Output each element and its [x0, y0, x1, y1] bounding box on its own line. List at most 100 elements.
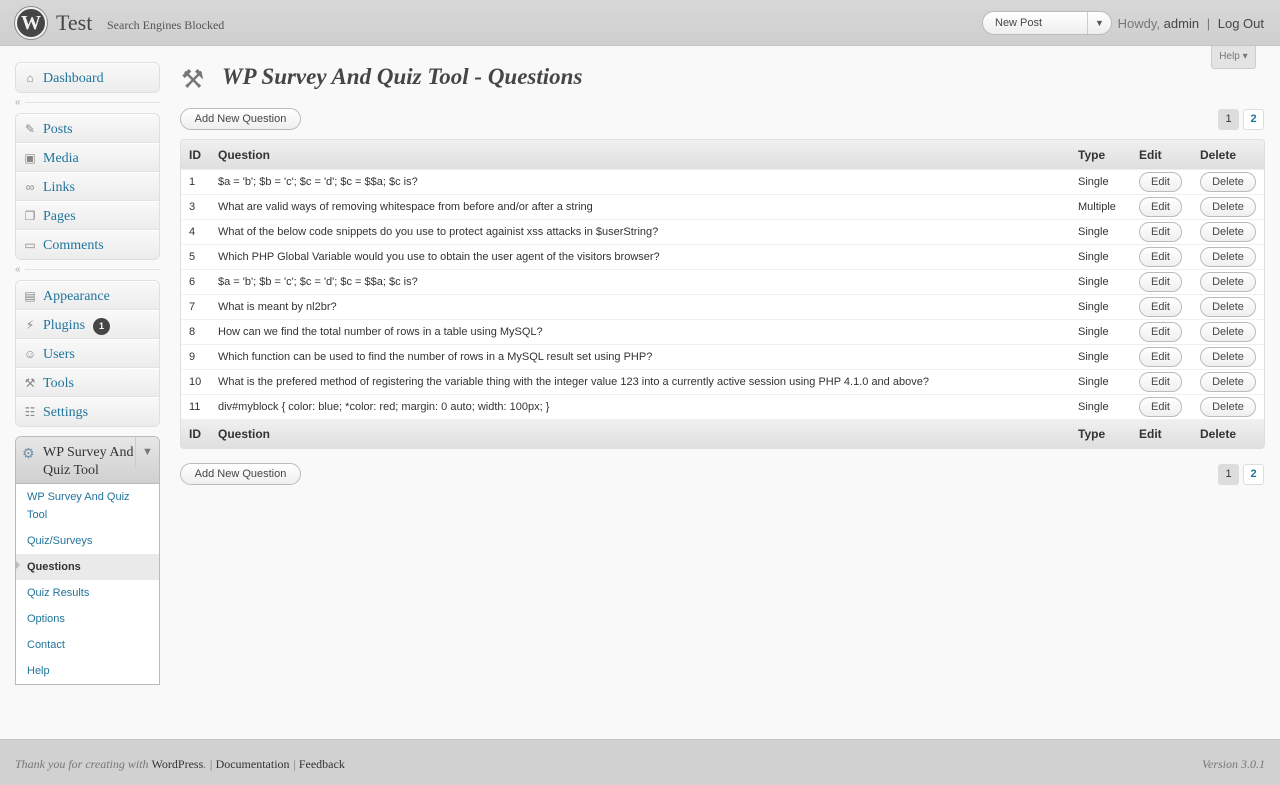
- question-id: 8: [181, 319, 210, 344]
- edit-button[interactable]: Edit: [1139, 172, 1182, 192]
- footer-version: Version 3.0.1: [1202, 757, 1265, 771]
- menu-item-label: Pages: [43, 209, 76, 224]
- edit-button[interactable]: Edit: [1139, 397, 1182, 417]
- question-type: Single: [1070, 369, 1131, 394]
- delete-button[interactable]: Delete: [1200, 222, 1256, 242]
- plugin-icon: ⚡: [25, 318, 35, 332]
- menu-item-tools[interactable]: ⚒ Tools: [16, 368, 159, 397]
- delete-button[interactable]: Delete: [1200, 347, 1256, 367]
- help-tab-label: Help: [1219, 51, 1240, 62]
- menu-item-dashboard[interactable]: ⌂ Dashboard: [16, 63, 159, 92]
- edit-button[interactable]: Edit: [1139, 372, 1182, 392]
- footer: Thank you for creating with WordPress. |…: [0, 739, 1280, 785]
- delete-button[interactable]: Delete: [1200, 272, 1256, 292]
- submenu-item-options[interactable]: Options: [16, 606, 159, 632]
- menu-item-label: Appearance: [43, 289, 110, 304]
- question-id: 6: [181, 269, 210, 294]
- feedback-link[interactable]: Feedback: [299, 757, 345, 771]
- menu-item-label: Media: [43, 151, 79, 166]
- question-type: Single: [1070, 169, 1131, 194]
- delete-button[interactable]: Delete: [1200, 372, 1256, 392]
- question-text: Which PHP Global Variable would you use …: [210, 244, 1070, 269]
- menu-item-posts[interactable]: ✎ Posts: [16, 114, 159, 143]
- table-row: 1 $a = 'b'; $b = 'c'; $c = 'd'; $c = $$a;…: [181, 169, 1264, 194]
- delete-button[interactable]: Delete: [1200, 247, 1256, 267]
- submenu-item-wpsqt[interactable]: WP Survey And Quiz Tool: [16, 484, 159, 528]
- delete-button[interactable]: Delete: [1200, 197, 1256, 217]
- question-text: What is meant by nl2br?: [210, 294, 1070, 319]
- favorite-actions[interactable]: New Post ▼: [982, 11, 1112, 35]
- edit-button[interactable]: Edit: [1139, 247, 1182, 267]
- admin-header: W Test Search Engines Blocked New Post ▼…: [0, 0, 1280, 46]
- current-page: 1: [1218, 109, 1239, 130]
- logout-link[interactable]: Log Out: [1218, 16, 1264, 31]
- column-header-type: Type: [1070, 140, 1131, 169]
- pages-icon: ❐: [24, 209, 36, 223]
- edit-button[interactable]: Edit: [1139, 197, 1182, 217]
- delete-button[interactable]: Delete: [1200, 297, 1256, 317]
- edit-button[interactable]: Edit: [1139, 347, 1182, 367]
- menu-item-plugins[interactable]: ⚡ Plugins 1: [16, 310, 159, 339]
- table-row: 6 $a = 'b'; $b = 'c'; $c = 'd'; $c = $$a;…: [181, 269, 1264, 294]
- documentation-link[interactable]: Documentation: [216, 757, 290, 771]
- menu-item-comments[interactable]: ▭ Comments: [16, 230, 159, 259]
- menu-separator-2[interactable]: «: [15, 264, 160, 275]
- page-link[interactable]: 2: [1243, 109, 1264, 130]
- submenu-item-contact[interactable]: Contact: [16, 632, 159, 658]
- question-text: What of the below code snippets do you u…: [210, 219, 1070, 244]
- delete-button[interactable]: Delete: [1200, 322, 1256, 342]
- menu-item-label: Plugins: [43, 318, 86, 333]
- edit-button[interactable]: Edit: [1139, 322, 1182, 342]
- delete-button[interactable]: Delete: [1200, 397, 1256, 417]
- add-new-question-button[interactable]: Add New Question: [180, 108, 301, 130]
- menu-group-admin: ▤ Appearance ⚡ Plugins 1 ☺ Users ⚒ Tools…: [15, 280, 160, 427]
- pagination-bottom: 1 2: [1218, 464, 1264, 485]
- edit-button[interactable]: Edit: [1139, 297, 1182, 317]
- edit-button[interactable]: Edit: [1139, 222, 1182, 242]
- footer-thanks: Thank you for creating with WordPress. |…: [15, 757, 345, 771]
- table-row: 8 How can we find the total number of row…: [181, 319, 1264, 344]
- site-visibility-status[interactable]: Search Engines Blocked: [107, 18, 224, 33]
- dashboard-icon: ⌂: [26, 71, 34, 85]
- menu-group-dashboard: ⌂ Dashboard: [15, 62, 160, 93]
- question-text: What are valid ways of removing whitespa…: [210, 194, 1070, 219]
- new-post-link[interactable]: New Post: [995, 17, 1042, 29]
- link-icon: ∞: [25, 180, 35, 194]
- plugin-update-badge: 1: [93, 318, 110, 335]
- menu-separator-1[interactable]: «: [15, 97, 160, 108]
- table-row: 7 What is meant by nl2br? Single Edit Delete: [181, 294, 1264, 319]
- submenu-item-questions[interactable]: Questions: [16, 554, 159, 580]
- chevron-down-icon[interactable]: ▼: [1087, 12, 1111, 34]
- menu-item-appearance[interactable]: ▤ Appearance: [16, 281, 159, 310]
- menu-group-content: ✎ Posts ▣ Media ∞ Links ❐ Pages ▭ Commen…: [15, 113, 160, 260]
- wpsqt-submenu: WP Survey And Quiz Tool Quiz/Surveys Que…: [16, 484, 159, 684]
- submenu-item-quiz-surveys[interactable]: Quiz/Surveys: [16, 528, 159, 554]
- submenu-toggle-icon[interactable]: ▼: [135, 437, 159, 467]
- site-title[interactable]: Test: [56, 10, 92, 36]
- menu-item-links[interactable]: ∞ Links: [16, 172, 159, 201]
- wordpress-logo-icon[interactable]: W: [15, 7, 47, 39]
- submenu-item-help[interactable]: Help: [16, 658, 159, 684]
- page-link[interactable]: 2: [1243, 464, 1264, 485]
- howdy-text: Howdy,: [1117, 16, 1161, 31]
- collapse-arrow-icon: «: [15, 97, 21, 108]
- edit-button[interactable]: Edit: [1139, 272, 1182, 292]
- question-text: $a = 'b'; $b = 'c'; $c = 'd'; $c = $$a; …: [210, 169, 1070, 194]
- delete-button[interactable]: Delete: [1200, 172, 1256, 192]
- column-header-type: Type: [1070, 419, 1131, 448]
- menu-item-media[interactable]: ▣ Media: [16, 143, 159, 172]
- submenu-item-quiz-results[interactable]: Quiz Results: [16, 580, 159, 606]
- menu-item-wpsqt[interactable]: ⚙ WP Survey And Quiz Tool ▼: [16, 437, 159, 484]
- menu-item-settings[interactable]: ☷ Settings: [16, 397, 159, 426]
- help-tab[interactable]: Help ▾: [1211, 46, 1256, 69]
- add-new-question-button[interactable]: Add New Question: [180, 463, 301, 485]
- settings-icon: ☷: [24, 405, 36, 419]
- menu-item-label: Tools: [43, 376, 74, 391]
- menu-item-users[interactable]: ☺ Users: [16, 339, 159, 368]
- wordpress-link[interactable]: WordPress: [152, 757, 204, 771]
- column-header-question: Question: [210, 140, 1070, 169]
- profile-link[interactable]: admin: [1164, 16, 1199, 31]
- menu-item-pages[interactable]: ❐ Pages: [16, 201, 159, 230]
- table-row: 4 What of the below code snippets do you …: [181, 219, 1264, 244]
- tools-icon: ⚒: [24, 376, 36, 390]
